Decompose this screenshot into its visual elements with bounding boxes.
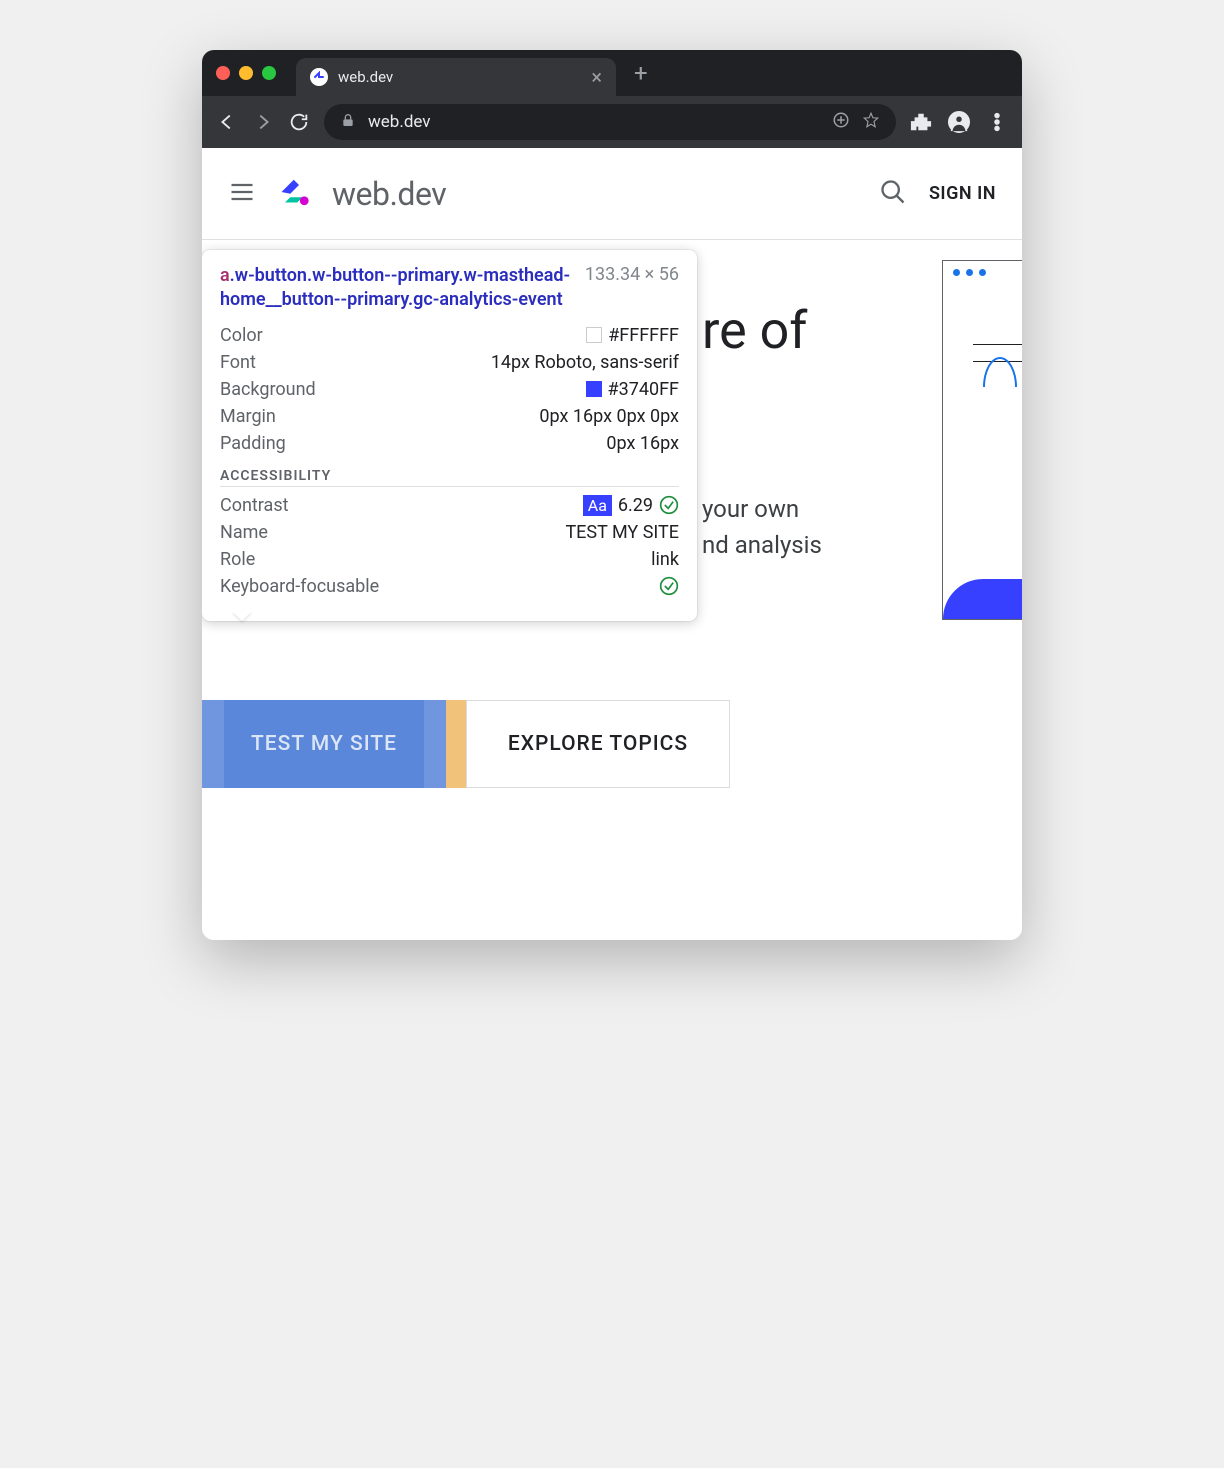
browser-window: web.dev × + web.dev <box>202 50 1022 940</box>
toolbar-right <box>910 111 1008 133</box>
tooltip-padding-value: 0px 16px <box>606 433 679 454</box>
tooltip-bg-label: Background <box>220 379 316 400</box>
address-bar[interactable]: web.dev <box>324 104 896 140</box>
profile-icon[interactable] <box>948 111 970 133</box>
tooltip-role-value: link <box>651 549 679 570</box>
hero-text: re of your own nd analysis <box>702 300 982 563</box>
lock-icon <box>340 112 356 132</box>
signin-button[interactable]: SIGN IN <box>929 183 996 204</box>
url-text: web.dev <box>368 112 820 132</box>
search-button[interactable] <box>879 178 907 210</box>
margin-overlay <box>446 700 466 788</box>
tab-title: web.dev <box>338 68 581 86</box>
tooltip-dimensions: 133.34 × 56 <box>585 264 679 313</box>
tooltip-classes: .w-button.w-button--primary.w-masthead-h… <box>220 265 570 310</box>
tooltip-margin-value: 0px 16px 0px 0px <box>539 406 679 427</box>
tooltip-name-value: TEST MY SITE <box>565 522 679 543</box>
hamburger-menu-button[interactable] <box>228 178 256 210</box>
tooltip-tag: a <box>220 265 230 286</box>
back-button[interactable] <box>216 111 238 133</box>
titlebar: web.dev × + <box>202 50 1022 96</box>
logo-icon <box>278 171 320 217</box>
tooltip-a11y-heading: ACCESSIBILITY <box>220 468 679 487</box>
tooltip-color-value: #FFFFFF <box>608 325 679 346</box>
tooltip-selector: a.w-button.w-button--primary.w-masthead-… <box>220 264 573 313</box>
reload-button[interactable] <box>288 111 310 133</box>
tooltip-contrast-value: 6.29 <box>618 495 653 516</box>
forward-button[interactable] <box>252 111 274 133</box>
inspected-button-overlay: TEST MY SITE <box>202 700 446 788</box>
browser-toolbar: web.dev <box>202 96 1022 148</box>
tooltip-role-label: Role <box>220 549 255 570</box>
hero-title-fragment: re of <box>702 300 982 361</box>
tooltip-color-label: Color <box>220 325 263 346</box>
hero-sub-line1: your own <box>702 491 982 527</box>
tooltip-margin-label: Margin <box>220 406 276 427</box>
site-header: web.dev SIGN IN <box>202 148 1022 240</box>
close-window-button[interactable] <box>216 66 230 80</box>
secondary-button-label: EXPLORE TOPICS <box>508 732 688 756</box>
contrast-badge: Aa <box>583 495 612 516</box>
primary-button-label: TEST MY SITE <box>251 732 397 756</box>
check-icon <box>659 495 679 515</box>
tooltip-font-value: 14px Roboto, sans-serif <box>491 352 679 373</box>
check-icon <box>659 576 679 596</box>
page-content: re of your own nd analysis a.w-button.w-… <box>202 240 1022 940</box>
site-logo[interactable]: web.dev <box>278 171 446 217</box>
bg-swatch-icon <box>586 381 602 397</box>
hero-sub-line2: nd analysis <box>702 527 982 563</box>
explore-topics-button[interactable]: EXPLORE TOPICS <box>466 700 730 788</box>
extensions-icon[interactable] <box>910 111 932 133</box>
hero-illustration <box>942 260 1022 620</box>
tooltip-keyboard-label: Keyboard-focusable <box>220 576 379 597</box>
install-icon[interactable] <box>832 111 850 133</box>
maximize-window-button[interactable] <box>262 66 276 80</box>
star-icon[interactable] <box>862 111 880 133</box>
new-tab-button[interactable]: + <box>634 59 648 87</box>
cta-buttons: TEST MY SITE EXPLORE TOPICS <box>202 700 730 788</box>
tooltip-contrast-label: Contrast <box>220 495 289 516</box>
window-controls <box>216 66 276 80</box>
menu-icon[interactable] <box>986 111 1008 133</box>
test-my-site-button[interactable]: TEST MY SITE <box>202 700 446 788</box>
tooltip-name-label: Name <box>220 522 268 543</box>
devtools-inspect-tooltip: a.w-button.w-button--primary.w-masthead-… <box>202 250 697 621</box>
close-tab-button[interactable]: × <box>591 65 602 89</box>
tooltip-padding-label: Padding <box>220 433 286 454</box>
tooltip-bg-value: #3740FF <box>608 379 679 400</box>
tooltip-font-label: Font <box>220 352 256 373</box>
browser-tab[interactable]: web.dev × <box>296 58 616 96</box>
hero-subtitle: your own nd analysis <box>702 491 982 563</box>
logo-text: web.dev <box>332 175 446 213</box>
color-swatch-icon <box>586 327 602 343</box>
minimize-window-button[interactable] <box>239 66 253 80</box>
favicon-icon <box>310 68 328 86</box>
